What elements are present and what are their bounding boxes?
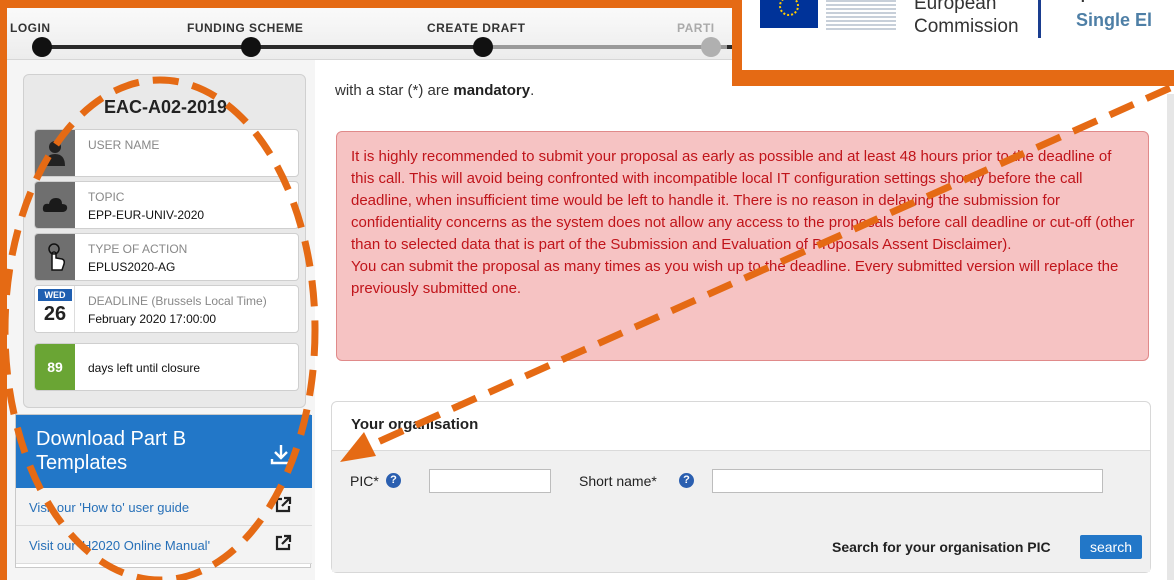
step-participants-dot [701,37,721,57]
pic-input[interactable] [429,469,551,493]
days-left-text: days left until closure [88,361,201,375]
call-info-card: EAC-A02-2019 USER NAME TOPIC EPP-EUR-UNI… [23,74,306,408]
external-link-icon [274,496,292,519]
ec-logo-line1: European [914,0,997,14]
mandatory-note: with a star (*) are mandatory. [335,82,534,99]
portal-subtitle-partial: Single El [1076,10,1153,30]
alert-paragraph-2: You can submit the proposal as many time… [351,258,1119,297]
organisation-title: Your organisation [351,416,479,433]
ec-logo-text: European Commission [914,0,1019,38]
calendar-weekday: WED [38,289,72,301]
online-manual-link[interactable]: Visit our 'H2020 Online Manual' [16,526,312,564]
download-title: Download Part B Templates [36,428,187,474]
step-login-label: LOGIN [10,21,51,35]
download-panel: Download Part B Templates Visit our 'How… [15,414,312,568]
ec-logo-line2: Commission [914,16,1019,37]
portal-title-partial: F - [1080,0,1107,8]
step-login-dot[interactable] [32,37,52,57]
main-content: with a star (*) are mandatory. It is hig… [315,60,1174,580]
organisation-panel: Your organisation PIC* ? Short name* ? S… [331,401,1151,573]
search-button[interactable]: search [1080,535,1142,559]
help-icon[interactable]: ? [679,473,694,488]
search-pic-label: Search for your organisation PIC [832,539,1051,555]
step-participants-label: PARTI [677,21,715,35]
type-of-action-label: TYPE OF ACTION [88,242,188,256]
short-name-label: Short name* [579,473,657,489]
person-icon [35,130,75,176]
step-create-draft-dot[interactable] [473,37,493,57]
step-funding-scheme-label: FUNDING SCHEME [187,21,304,35]
user-name-label: USER NAME [88,138,160,152]
cloud-icon [35,182,75,228]
external-link-icon [274,534,292,557]
online-manual-text[interactable]: Visit our 'H2020 Online Manual' [29,538,210,553]
deadline-value: February 2020 17:00:00 [88,312,217,326]
user-name-row: USER NAME [34,129,299,177]
short-name-input[interactable] [712,469,1103,493]
how-to-guide-text[interactable]: Visit our 'How to' user guide [29,500,189,515]
download-part-b-button[interactable]: Download Part B Templates [16,415,312,488]
mandatory-note-bold: mandatory [453,82,531,99]
topic-row: TOPIC EPP-EUR-UNIV-2020 [34,181,299,229]
deadline-row: WED 26 DEADLINE (Brussels Local Time) Fe… [34,285,299,333]
calendar-day: 26 [43,303,67,325]
topic-label: TOPIC [88,190,125,204]
ec-building-icon [826,0,896,32]
call-identifier: EAC-A02-2019 [103,97,228,117]
days-left-row: 89 days left until closure [34,343,299,391]
alert-paragraph-1: It is highly recommended to submit your … [351,148,1135,253]
deadline-label: DEADLINE (Brussels Local Time) [88,294,267,308]
logo-divider [1038,0,1041,38]
calendar-icon: WED 26 [35,286,75,332]
help-icon[interactable]: ? [386,473,401,488]
eu-flag-icon [760,0,818,28]
type-of-action-row: TYPE OF ACTION EPLUS2020-AG [34,233,299,281]
mandatory-note-end: . [530,82,535,99]
organisation-form: PIC* ? Short name* ? Search for your org… [332,450,1150,572]
deadline-warning-alert: It is highly recommended to submit your … [336,131,1149,361]
step-create-draft-label: CREATE DRAFT [427,21,526,35]
ec-logo-frame: European Commission F - Single El [732,0,1174,86]
hand-pointer-icon [35,234,75,280]
mandatory-note-text: with a star (*) are [335,82,454,99]
topic-value: EPP-EUR-UNIV-2020 [88,208,205,222]
scrollbar[interactable] [1167,94,1174,580]
progress-steps: LOGIN FUNDING SCHEME CREATE DRAFT PARTI [7,8,767,60]
step-funding-scheme-dot[interactable] [241,37,261,57]
days-left-badge: 89 [35,344,75,390]
progress-line-pending [487,45,727,49]
type-of-action-value: EPLUS2020-AG [88,260,176,274]
download-icon [270,443,292,471]
page: LOGIN FUNDING SCHEME CREATE DRAFT PARTI … [7,8,1174,580]
pic-label: PIC* [350,473,379,489]
ec-logo: European Commission F - Single El [742,0,1174,70]
how-to-guide-link[interactable]: Visit our 'How to' user guide [16,488,312,526]
